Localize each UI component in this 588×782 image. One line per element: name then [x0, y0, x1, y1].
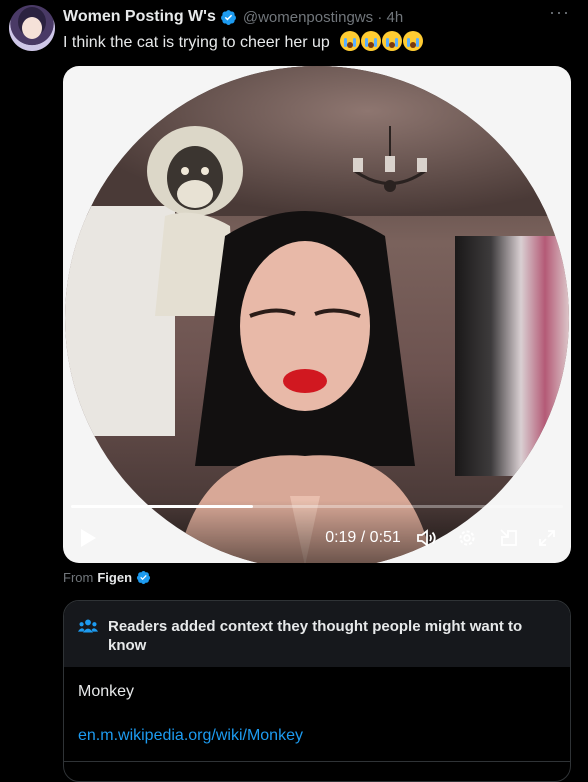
community-note-divider — [64, 761, 570, 762]
verified-badge-icon — [220, 9, 236, 25]
fullscreen-button[interactable] — [533, 524, 561, 552]
tweet-time[interactable]: 4h — [386, 9, 403, 26]
tweet-text-content: I think the cat is trying to cheer her u… — [63, 34, 330, 51]
video-progress-bar[interactable] — [71, 505, 563, 508]
verified-badge-icon — [136, 570, 151, 585]
author-name[interactable]: Women Posting W's — [63, 8, 216, 26]
play-button[interactable] — [75, 524, 101, 552]
video-attribution: From Figen — [63, 570, 151, 585]
attribution-source[interactable]: Figen — [97, 570, 132, 585]
community-note-header: Readers added context they thought peopl… — [64, 601, 570, 667]
community-note-title: Readers added context they thought peopl… — [108, 618, 523, 654]
author-avatar[interactable] — [9, 5, 55, 51]
tweet-text: I think the cat is trying to cheer her u… — [63, 31, 424, 52]
crying-emoji-icon — [382, 31, 403, 51]
play-icon — [81, 529, 96, 547]
fullscreen-icon — [539, 530, 555, 546]
tweet-header: Women Posting W's @womenpostingws · 4h — [63, 6, 403, 28]
video-time: 0:19 / 0:51 — [325, 529, 401, 546]
more-options-icon[interactable]: ··· — [549, 2, 570, 23]
video-progress-fill — [71, 505, 254, 508]
video-frame — [65, 66, 569, 563]
pip-icon — [500, 529, 517, 546]
community-note: Readers added context they thought peopl… — [63, 600, 571, 782]
crying-emoji-icon — [403, 31, 424, 51]
settings-icon — [459, 530, 475, 546]
settings-button[interactable] — [453, 524, 481, 552]
picture-in-picture-button[interactable] — [495, 524, 523, 552]
volume-icon — [417, 529, 436, 547]
people-icon — [77, 619, 99, 633]
community-note-body: Monkey — [78, 683, 135, 700]
author-handle[interactable]: @womenpostingws · 4h — [243, 9, 403, 26]
chandelier-image — [353, 126, 427, 192]
attribution-prefix: From — [63, 570, 94, 585]
crying-emoji-icon — [340, 31, 361, 51]
community-note-link[interactable]: en.m.wikipedia.org/wiki/Monkey — [78, 727, 303, 745]
video-gradient — [65, 500, 569, 563]
video-player[interactable]: 0:19 / 0:51 — [63, 66, 571, 563]
volume-button[interactable] — [413, 524, 441, 552]
crying-emoji-icon — [361, 31, 382, 51]
clothes-rack-image — [455, 236, 569, 476]
